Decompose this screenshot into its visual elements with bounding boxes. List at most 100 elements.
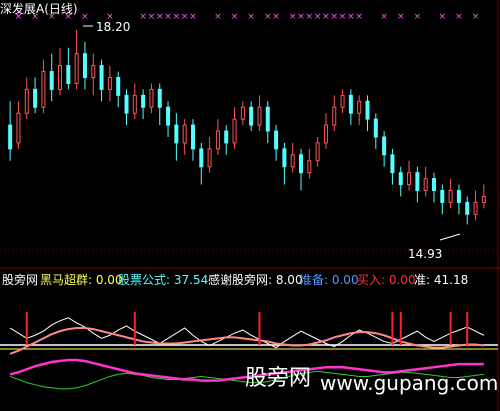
indicator-name[interactable]: 股旁网 [2, 273, 38, 287]
signal-marker: × [81, 12, 89, 22]
signal-marker: × [472, 12, 480, 22]
signal-marker: × [306, 12, 314, 22]
candle-body [116, 76, 121, 96]
candle-body [66, 65, 71, 84]
candle-body [282, 148, 287, 168]
signal-marker: × [189, 12, 197, 22]
candle-body [448, 190, 453, 203]
candle-body [456, 190, 461, 203]
candle-body [8, 124, 13, 150]
candle-body [157, 88, 162, 108]
high-price-label: 18.20 [96, 20, 131, 34]
candle-body [290, 154, 295, 168]
candle-body [16, 112, 21, 144]
signal-marker: × [289, 12, 297, 22]
candle-body [107, 76, 112, 90]
candle-body [24, 88, 29, 114]
candle-body [166, 106, 171, 126]
candle-body [58, 65, 63, 90]
signal-marker: × [173, 12, 181, 22]
candle-body [132, 94, 137, 114]
candle-body [407, 172, 412, 186]
signal-marker: × [264, 12, 272, 22]
signal-marker: × [181, 12, 189, 22]
candle-body [265, 106, 270, 132]
candle-body [141, 94, 146, 108]
candle-body [431, 178, 436, 192]
candle-body [315, 142, 320, 162]
candle-body [473, 201, 478, 215]
indicator-item-mairu: 买入: 0.00 [357, 273, 416, 287]
indicator-item-zhunbei: 准备: 0.00 [300, 273, 359, 287]
candle-body [332, 106, 337, 126]
candle-body [340, 94, 345, 108]
candle-body [41, 71, 46, 108]
signal-markers: × × × × × × × × × × × × × × × × × × × × × × × × × × × × × × × × × [15, 12, 480, 22]
low-arrow [439, 233, 461, 241]
candle-body [465, 201, 470, 215]
signal-marker: × [397, 12, 405, 22]
candle-body [182, 124, 187, 144]
candle-body [240, 106, 245, 120]
signal-marker: × [314, 12, 322, 22]
indicator-item-heima: 黑马超群: 0.00 [40, 273, 123, 287]
candle-body [190, 124, 195, 150]
candle-body [232, 118, 237, 144]
signal-marker: × [439, 12, 447, 22]
signal-marker: × [322, 12, 330, 22]
low-price-label: 14.93 [408, 247, 443, 261]
candle-body [348, 94, 353, 114]
indicator-item-ganxie: 感谢股旁网: 8.00 [208, 273, 303, 287]
candle-body [299, 154, 304, 174]
white-indicator-line [9, 317, 485, 349]
signal-marker: × [455, 12, 463, 22]
signal-marker: × [297, 12, 305, 22]
candle-body [257, 106, 262, 126]
candle-body [99, 65, 104, 90]
signal-marker: × [355, 12, 363, 22]
candle-body [398, 172, 403, 186]
signal-marker: × [347, 12, 355, 22]
signal-marker: × [214, 12, 222, 22]
candle-body [323, 124, 328, 144]
candle-body [357, 100, 362, 114]
candle-body [440, 190, 445, 203]
candle-body [365, 100, 370, 120]
candle-body [82, 53, 87, 78]
signal-marker: × [148, 12, 156, 22]
candle-body [274, 130, 279, 150]
candle-body [224, 130, 229, 144]
candle-body [124, 94, 129, 114]
signal-marker: × [380, 12, 388, 22]
candle-body [74, 53, 79, 84]
watermark-text: 股旁网 [245, 366, 312, 391]
signal-marker: × [339, 12, 347, 22]
signal-marker: × [272, 12, 280, 22]
candlestick-series [8, 29, 486, 225]
candle-body [373, 118, 378, 138]
candle-body [415, 172, 420, 192]
signal-marker: × [139, 12, 147, 22]
candle-body [49, 71, 54, 90]
candle-body [382, 136, 387, 156]
signal-marker: × [330, 12, 338, 22]
candle-body [91, 65, 96, 78]
indicator-item-zhun: 准: 41.18 [414, 273, 469, 287]
signal-marker: × [231, 12, 239, 22]
candle-body [207, 148, 212, 168]
watermark-url: www.gupang.com [320, 371, 499, 395]
candle-body [249, 106, 254, 126]
candle-body [199, 148, 204, 168]
stock-chart[interactable]: × × × × × × × × × × × × × × × × × × × × × × × × × × × × × × × × × [0, 0, 500, 411]
signal-marker: × [164, 12, 172, 22]
candle-body [423, 178, 428, 192]
candle-body [174, 124, 179, 144]
pink-indicator-line [9, 327, 484, 355]
candle-body [481, 195, 486, 203]
candle-body [307, 160, 312, 174]
chart-title: 深发展A(日线) [0, 2, 78, 16]
candle-body [33, 88, 38, 108]
signal-marker: × [414, 12, 422, 22]
signal-marker: × [247, 12, 255, 22]
candle-body [390, 154, 395, 174]
